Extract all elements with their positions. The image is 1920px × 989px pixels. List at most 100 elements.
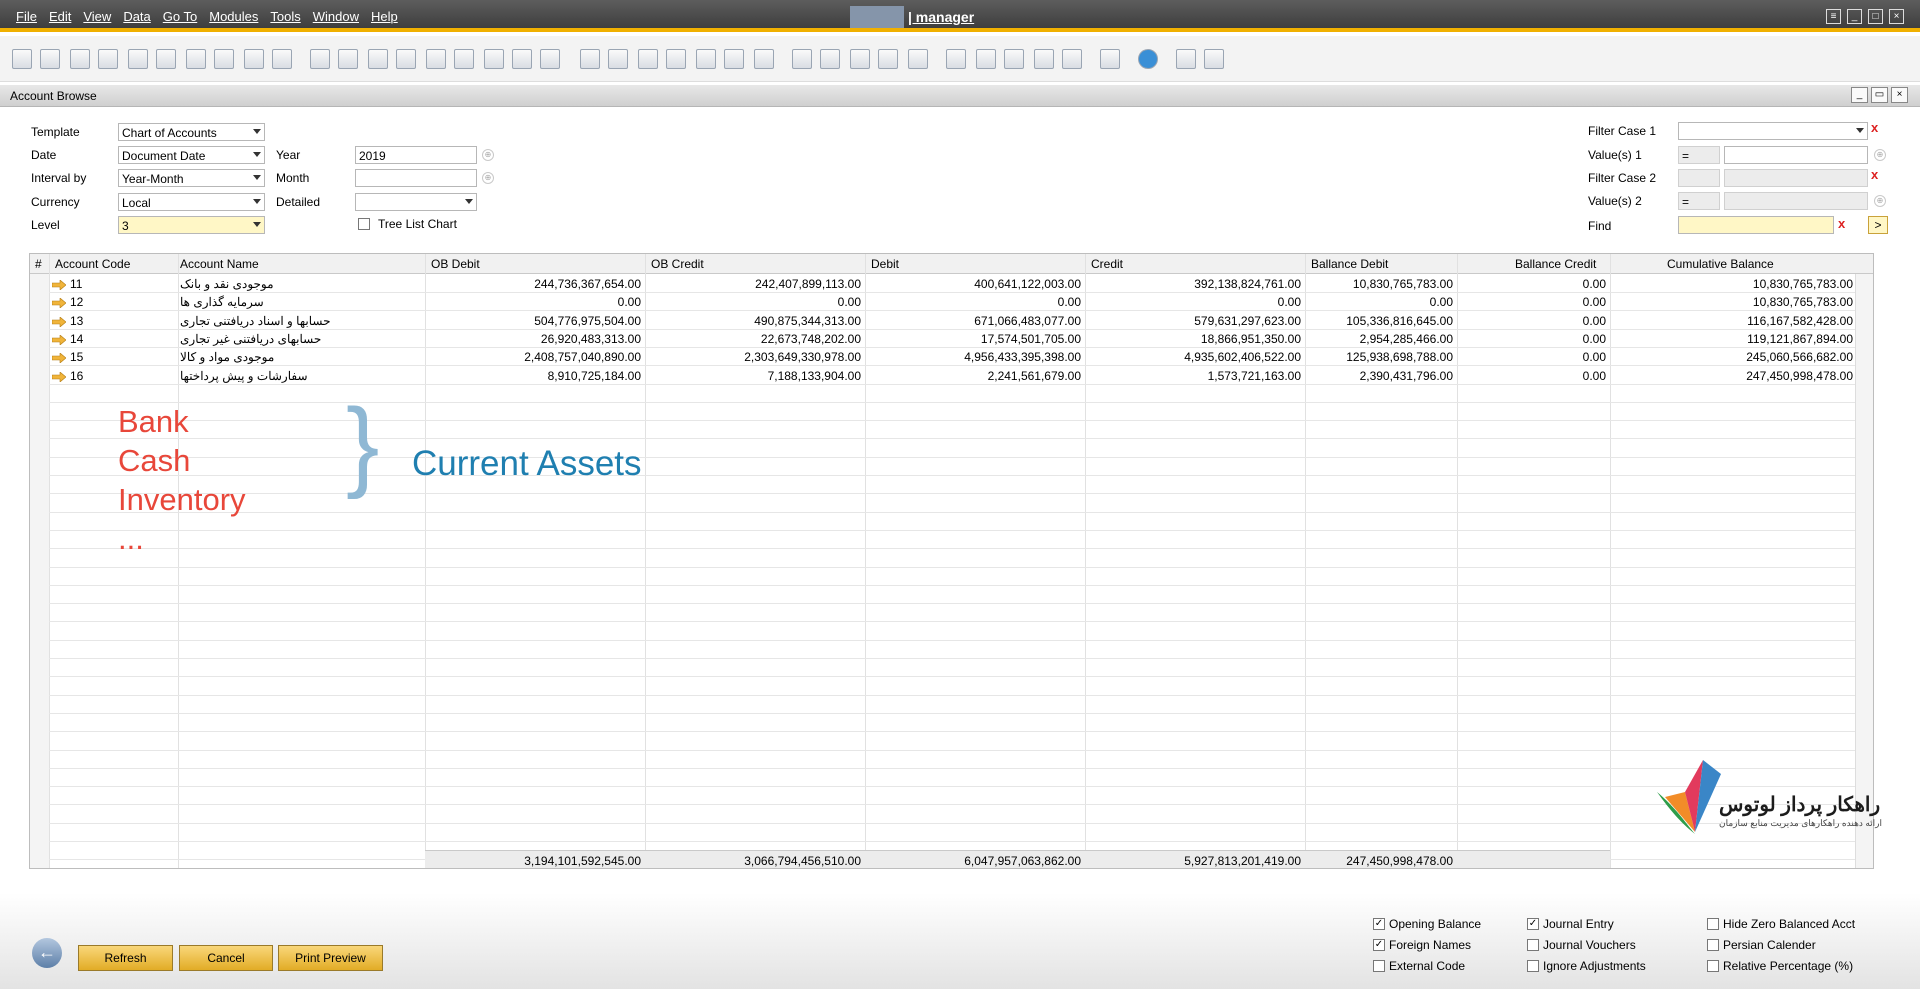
window-close-icon[interactable]: ×	[1891, 87, 1908, 103]
sort-icon[interactable]	[540, 49, 560, 69]
clear-filter-1-icon[interactable]: x	[1871, 120, 1878, 135]
minimize-icon[interactable]: _	[1847, 9, 1862, 24]
option-checkbox[interactable]	[1707, 960, 1719, 972]
menu-file[interactable]: File	[16, 9, 37, 24]
next-record-icon[interactable]	[426, 49, 446, 69]
add-icon[interactable]	[338, 49, 358, 69]
print-icon[interactable]	[40, 49, 60, 69]
values-2-link-icon[interactable]: ⊕	[1874, 195, 1886, 207]
col-header-cumulative-balance[interactable]: Cumulative Balance	[1667, 257, 1774, 271]
link-arrow-icon[interactable]	[51, 352, 67, 364]
user-icon[interactable]	[1062, 49, 1082, 69]
table-row[interactable]: 12 سرمایه گذاری ها 0.00 0.00 0.00 0.00 0.00 0.0…	[30, 294, 1857, 312]
menu-edit[interactable]: Edit	[49, 9, 71, 24]
filter-case-2-field[interactable]	[1724, 169, 1868, 187]
menu-window[interactable]: Window	[313, 9, 359, 24]
alert-icon[interactable]	[908, 49, 928, 69]
menu-view[interactable]: View	[83, 9, 111, 24]
user-label[interactable]: | manager	[908, 9, 974, 25]
cancel-button[interactable]: Cancel	[179, 945, 273, 971]
year-field[interactable]: 2019	[355, 146, 477, 164]
col-header-credit[interactable]: Credit	[1091, 257, 1123, 271]
email-icon[interactable]	[70, 49, 90, 69]
interval-select[interactable]: Year-Month	[118, 169, 265, 187]
sms-icon[interactable]	[98, 49, 118, 69]
payment-icon[interactable]	[666, 49, 686, 69]
calendar-icon[interactable]	[946, 49, 966, 69]
previous-record-icon[interactable]	[396, 49, 416, 69]
link-arrow-icon[interactable]	[51, 316, 67, 328]
col-header-ob-credit[interactable]: OB Credit	[651, 257, 704, 271]
base-document-icon[interactable]	[580, 49, 600, 69]
target-document-icon[interactable]	[608, 49, 628, 69]
refresh-button[interactable]: Refresh	[78, 945, 173, 971]
find-input[interactable]	[1678, 216, 1834, 234]
tree-list-chart-checkbox[interactable]	[358, 218, 370, 230]
navigate-icon[interactable]	[244, 49, 264, 69]
option-checkbox[interactable]: ✓	[1373, 918, 1385, 930]
month-link-icon[interactable]: ⊕	[482, 172, 494, 184]
date-select[interactable]: Document Date	[118, 146, 265, 164]
option-checkbox[interactable]	[1707, 918, 1719, 930]
first-record-icon[interactable]	[368, 49, 388, 69]
inbox-icon[interactable]	[976, 49, 996, 69]
window-minimize-icon[interactable]: _	[1851, 87, 1868, 103]
export-excel-icon[interactable]	[156, 49, 176, 69]
export-doc-icon[interactable]	[186, 49, 206, 69]
table-icon[interactable]	[1004, 49, 1024, 69]
values-2-field[interactable]	[1724, 192, 1868, 210]
option-checkbox[interactable]	[1707, 939, 1719, 951]
menu-tools[interactable]: Tools	[270, 9, 300, 24]
template-select[interactable]: Chart of Accounts	[118, 123, 265, 141]
find-go-button[interactable]: >	[1868, 216, 1888, 234]
menu-help[interactable]: Help	[371, 9, 398, 24]
lock-icon[interactable]	[272, 49, 292, 69]
values-1-field[interactable]	[1724, 146, 1868, 164]
table-row[interactable]: 13 حسابها و اسناد دریافتنی تجاری 504,776,9…	[30, 313, 1857, 331]
year-link-icon[interactable]: ⊕	[482, 149, 494, 161]
close-icon[interactable]: ×	[1889, 9, 1904, 24]
web-icon[interactable]	[1100, 49, 1120, 69]
journal-icon[interactable]	[638, 49, 658, 69]
col-header-number[interactable]: #	[35, 257, 42, 271]
col-header-account-code[interactable]: Account Code	[55, 257, 130, 271]
level-select[interactable]: 3	[118, 216, 265, 234]
back-arrow-icon[interactable]: ←	[32, 938, 62, 968]
clear-find-icon[interactable]: x	[1838, 216, 1845, 231]
option-checkbox[interactable]: ✓	[1373, 939, 1385, 951]
preview-icon[interactable]	[12, 49, 32, 69]
settings-icon[interactable]	[754, 49, 774, 69]
form-settings-icon[interactable]	[1204, 49, 1224, 69]
values-2-operator[interactable]: =	[1678, 192, 1720, 210]
grid-scrollbar[interactable]	[1855, 274, 1873, 868]
filter-icon[interactable]	[512, 49, 532, 69]
maximize-icon[interactable]: □	[1868, 9, 1883, 24]
menu-modules[interactable]: Modules	[209, 9, 258, 24]
detailed-select[interactable]	[355, 193, 477, 211]
edit-icon[interactable]	[792, 49, 812, 69]
values-1-operator[interactable]: =	[1678, 146, 1720, 164]
window-restore-icon[interactable]: ▭	[1871, 87, 1888, 103]
link-arrow-icon[interactable]	[51, 279, 67, 291]
message-icon[interactable]	[878, 49, 898, 69]
option-checkbox[interactable]	[1527, 960, 1539, 972]
col-header-debit[interactable]: Debit	[871, 257, 899, 271]
link-arrow-icon[interactable]	[51, 371, 67, 383]
clear-filter-2-icon[interactable]: x	[1871, 167, 1878, 182]
table-row[interactable]: 16 سفارشات و پیش پرداختها 8,910,725,184.00…	[30, 368, 1857, 386]
find-icon[interactable]	[310, 49, 330, 69]
refresh-icon[interactable]	[484, 49, 504, 69]
col-header-ballance-credit[interactable]: Ballance Credit	[1515, 257, 1596, 271]
restore-icon[interactable]: ≡	[1826, 9, 1841, 24]
month-field[interactable]	[355, 169, 477, 187]
col-header-account-name[interactable]: Account Name	[180, 257, 259, 271]
new-doc-icon[interactable]	[820, 49, 840, 69]
export-pdf-icon[interactable]	[214, 49, 234, 69]
fax-icon[interactable]	[128, 49, 148, 69]
col-header-ballance-debit[interactable]: Ballance Debit	[1311, 257, 1388, 271]
col-header-ob-debit[interactable]: OB Debit	[431, 257, 480, 271]
link-arrow-icon[interactable]	[51, 297, 67, 309]
layout-icon[interactable]	[724, 49, 744, 69]
currency-select[interactable]: Local	[118, 193, 265, 211]
option-checkbox[interactable]: ✓	[1527, 918, 1539, 930]
